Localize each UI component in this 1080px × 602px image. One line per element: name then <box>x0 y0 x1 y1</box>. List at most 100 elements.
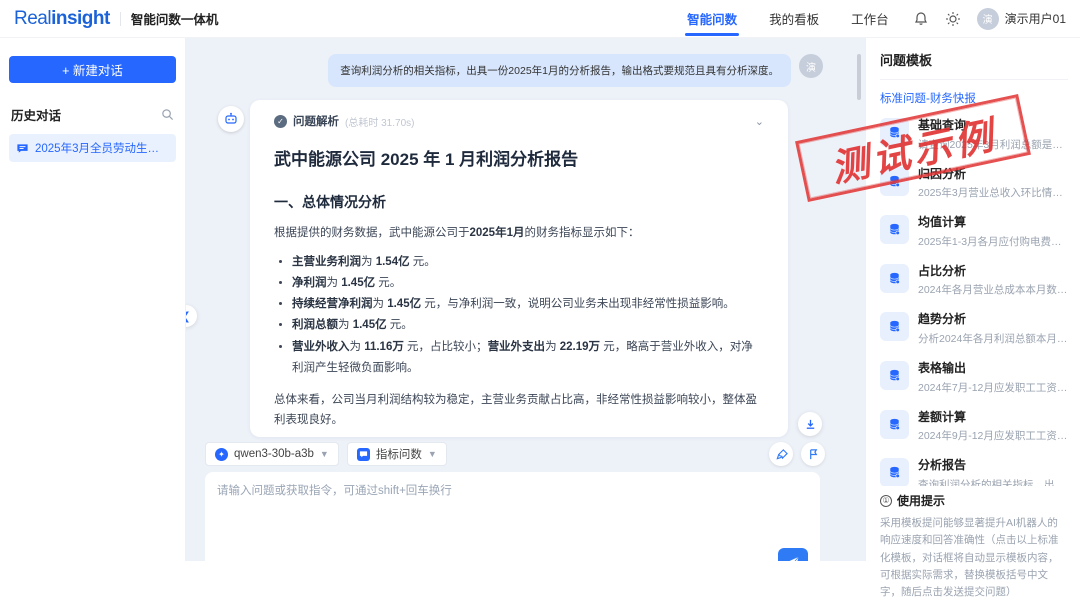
message-input[interactable] <box>217 482 808 544</box>
template-item-title: 趋势分析 <box>918 312 1068 328</box>
template-item-title: 表格输出 <box>918 361 1068 377</box>
template-item[interactable]: 趋势分析 分析2024年各月利润总额本月数的趋势... <box>880 312 1068 346</box>
database-icon <box>880 312 909 341</box>
template-item-desc: 请查询2025年3月利润总额是多少? <box>918 137 1068 152</box>
robot-icon <box>223 111 239 127</box>
template-category-link[interactable]: 标准问题-财务快报 <box>880 90 1068 106</box>
chevron-down-icon: ▼ <box>428 449 437 459</box>
template-item[interactable]: 归因分析 2025年3月营业总收入环比情况分析，... <box>880 167 1068 201</box>
user-message-avatar: 演 <box>799 54 823 78</box>
main-scrollbar[interactable] <box>857 54 861 100</box>
logo-text-light: Real <box>14 8 51 30</box>
composer-toolbar: ✦ qwen3-30b-a3b ▼ 指标问数 ▼ <box>205 442 825 466</box>
template-item-title: 归因分析 <box>918 167 1068 183</box>
logo-text-bold: insight <box>51 8 110 30</box>
search-icon[interactable] <box>161 108 174 121</box>
mode-selector[interactable]: 指标问数 ▼ <box>347 442 447 466</box>
template-item-desc: 2024年9月-12月应发职工工资总额相较... <box>918 428 1068 443</box>
report-bullet: 净利润为 1.45亿 元。 <box>292 273 764 294</box>
template-item[interactable]: 表格输出 2024年7月-12月应发职工工资总额本年... <box>880 361 1068 395</box>
report-title: 武中能源公司 2025 年 1 月利润分析报告 <box>274 145 764 170</box>
chevron-down-icon: ▼ <box>320 449 329 459</box>
template-panel-title: 问题模板 <box>880 50 1068 80</box>
analysis-label: 问题解析 <box>293 113 339 129</box>
report-flag-button[interactable] <box>801 442 825 466</box>
nav-tab-smart-qa[interactable]: 智能问数 <box>685 0 739 38</box>
report-bullet: 利润总额为 1.45亿 元。 <box>292 315 764 336</box>
usage-tips-text: 采用模板提问能够显著提升AI机器人的响应速度和回答准确性（点击以上标准化模板，对… <box>880 515 1068 602</box>
theme-icon[interactable] <box>945 11 961 27</box>
template-item-desc: 2024年各月营业总成本本月数占比情况。 <box>918 282 1068 297</box>
app-logo: Realinsight <box>14 8 110 30</box>
flag-icon <box>807 448 820 461</box>
template-item-title: 占比分析 <box>918 264 1068 280</box>
chat-main: ❮ 查询利润分析的相关指标，出具一份2025年1月的分析报告，输出格式要规范且具… <box>186 38 865 561</box>
template-item-title: 分析报告 <box>918 458 1068 474</box>
model-selector-value: qwen3-30b-a3b <box>234 448 314 460</box>
report-card: ✓ 问题解析 (总耗时 31.70s) ⌄ 武中能源公司 2025 年 1 月利… <box>250 100 788 437</box>
report-bullet-list: 主营业务利润为 1.54亿 元。净利润为 1.45亿 元。持续经营净利润为 1.… <box>292 252 764 380</box>
analysis-header: ✓ 问题解析 (总耗时 31.70s) ⌄ <box>274 113 764 129</box>
template-item[interactable]: 均值计算 2025年1-3月各月应付购电费的月均值... <box>880 215 1068 249</box>
download-report-button[interactable] <box>798 412 822 436</box>
user-name[interactable]: 演示用户01 <box>1005 10 1066 27</box>
analysis-duration: (总耗时 31.70s) <box>345 114 414 129</box>
template-item-desc: 2024年7月-12月应发职工工资总额本年... <box>918 380 1068 395</box>
check-icon: ✓ <box>274 115 287 128</box>
report-section1-title: 一、总体情况分析 <box>274 192 764 212</box>
database-icon <box>880 215 909 244</box>
chevron-down-icon[interactable]: ⌄ <box>755 115 764 128</box>
nav-tab-workbench[interactable]: 工作台 <box>849 0 891 38</box>
report-intro: 根据提供的财务数据，武中能源公司于2025年1月的财务指标显示如下： <box>274 224 764 244</box>
report-summary: 总体来看，公司当月利润结构较为稳定，主营业务贡献占比高，非经常性损益影响较小，整… <box>274 391 764 430</box>
template-item[interactable]: 占比分析 2024年各月营业总成本本月数占比情况。 <box>880 264 1068 298</box>
download-icon <box>804 418 817 431</box>
send-icon <box>787 555 800 562</box>
report-bullet: 持续经营净利润为 1.45亿 元，与净利润一致，说明公司业务未出现非经常性损益影… <box>292 294 764 315</box>
database-icon <box>880 458 909 487</box>
report-bullet: 主营业务利润为 1.54亿 元。 <box>292 252 764 273</box>
user-avatar[interactable]: 演 <box>977 8 999 30</box>
nav-tab-dashboard[interactable]: 我的看板 <box>767 0 821 38</box>
new-chat-button[interactable]: + 新建对话 <box>9 56 176 83</box>
user-message-bubble: 查询利润分析的相关指标，出具一份2025年1月的分析报告，输出格式要规范且具有分… <box>328 54 791 87</box>
left-sidebar: + 新建对话 历史对话 2025年3月全员劳动生产率同比... <box>0 38 186 561</box>
history-title: 历史对话 <box>11 105 61 124</box>
model-icon: ✦ <box>215 448 228 461</box>
template-item-desc: 2025年1-3月各月应付购电费的月均值... <box>918 234 1068 249</box>
user-message-row: 查询利润分析的相关指标，出具一份2025年1月的分析报告，输出格式要规范且具有分… <box>328 54 823 87</box>
template-item[interactable]: 差额计算 2024年9月-12月应发职工工资总额相较... <box>880 410 1068 444</box>
template-item-title: 均值计算 <box>918 215 1068 231</box>
template-item-title: 差额计算 <box>918 410 1068 426</box>
chat-bubble-icon <box>16 142 29 155</box>
usage-tips-title: 使用提示 <box>897 492 945 509</box>
database-icon <box>880 361 909 390</box>
template-panel: 问题模板 标准问题-财务快报 基础查询 请查询2025年3月利润总额是多少? 归… <box>865 38 1080 561</box>
database-icon <box>880 264 909 293</box>
template-item-title: 基础查询 <box>918 118 1068 134</box>
model-selector[interactable]: ✦ qwen3-30b-a3b ▼ <box>205 442 339 466</box>
product-name: 智能问数一体机 <box>131 9 219 28</box>
database-icon <box>880 410 909 439</box>
clear-conversation-button[interactable] <box>769 442 793 466</box>
logo-divider <box>120 12 121 26</box>
template-item-desc: 2025年3月营业总收入环比情况分析，... <box>918 185 1068 200</box>
app-header: Realinsight 智能问数一体机 智能问数 我的看板 工作台 演 演示用户… <box>0 0 1080 38</box>
template-list: 基础查询 请查询2025年3月利润总额是多少? 归因分析 2025年3月营业总收… <box>880 118 1068 508</box>
mode-selector-value: 指标问数 <box>376 446 422 462</box>
sidebar-collapse-button[interactable]: ❮ <box>186 305 197 327</box>
template-item[interactable]: 基础查询 请查询2025年3月利润总额是多少? <box>880 118 1068 152</box>
history-item[interactable]: 2025年3月全员劳动生产率同比... <box>9 134 176 162</box>
database-icon <box>880 167 909 196</box>
bell-icon[interactable] <box>913 11 929 27</box>
report-bullet: 营业外收入为 11.16万 元，占比较小；营业外支出为 22.19万 元，略高于… <box>292 337 764 380</box>
assistant-avatar <box>218 106 244 132</box>
usage-tips: ① 使用提示 采用模板提问能够显著提升AI机器人的响应速度和回答准确性（点击以上… <box>880 486 1068 602</box>
database-icon <box>880 118 909 147</box>
template-item-desc: 分析2024年各月利润总额本月数的趋势... <box>918 331 1068 346</box>
message-composer <box>205 472 820 561</box>
send-button[interactable] <box>778 548 808 561</box>
mode-icon <box>357 448 370 461</box>
info-icon: ① <box>880 495 892 507</box>
clear-icon <box>775 448 788 461</box>
